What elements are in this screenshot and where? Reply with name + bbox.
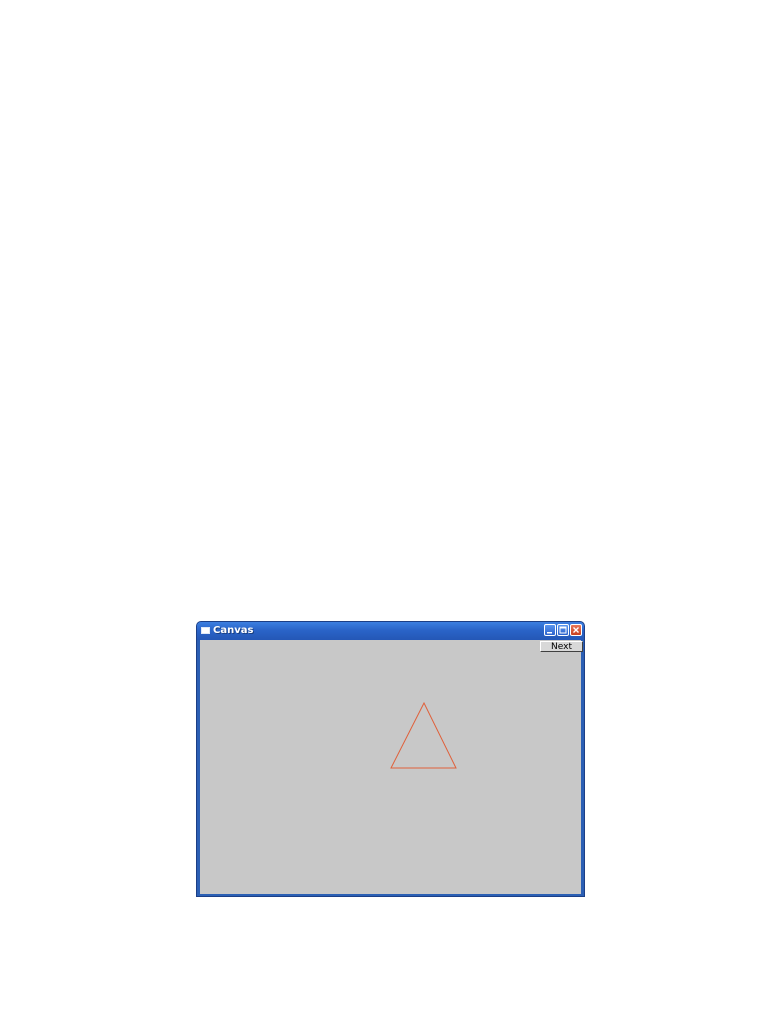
triangle-shape [390,701,457,769]
minimize-icon [547,632,552,634]
canvas-window: Canvas Next [196,621,585,897]
window-icon [201,627,210,634]
minimize-button[interactable] [544,624,556,636]
maximize-button[interactable] [557,624,569,636]
title-bar[interactable]: Canvas [197,622,584,640]
close-button[interactable] [570,624,582,636]
canvas-drawing [390,701,457,769]
maximize-icon [559,626,567,634]
close-icon [573,627,579,633]
canvas-area[interactable]: Next [200,640,583,894]
window-title: Canvas [213,625,254,636]
